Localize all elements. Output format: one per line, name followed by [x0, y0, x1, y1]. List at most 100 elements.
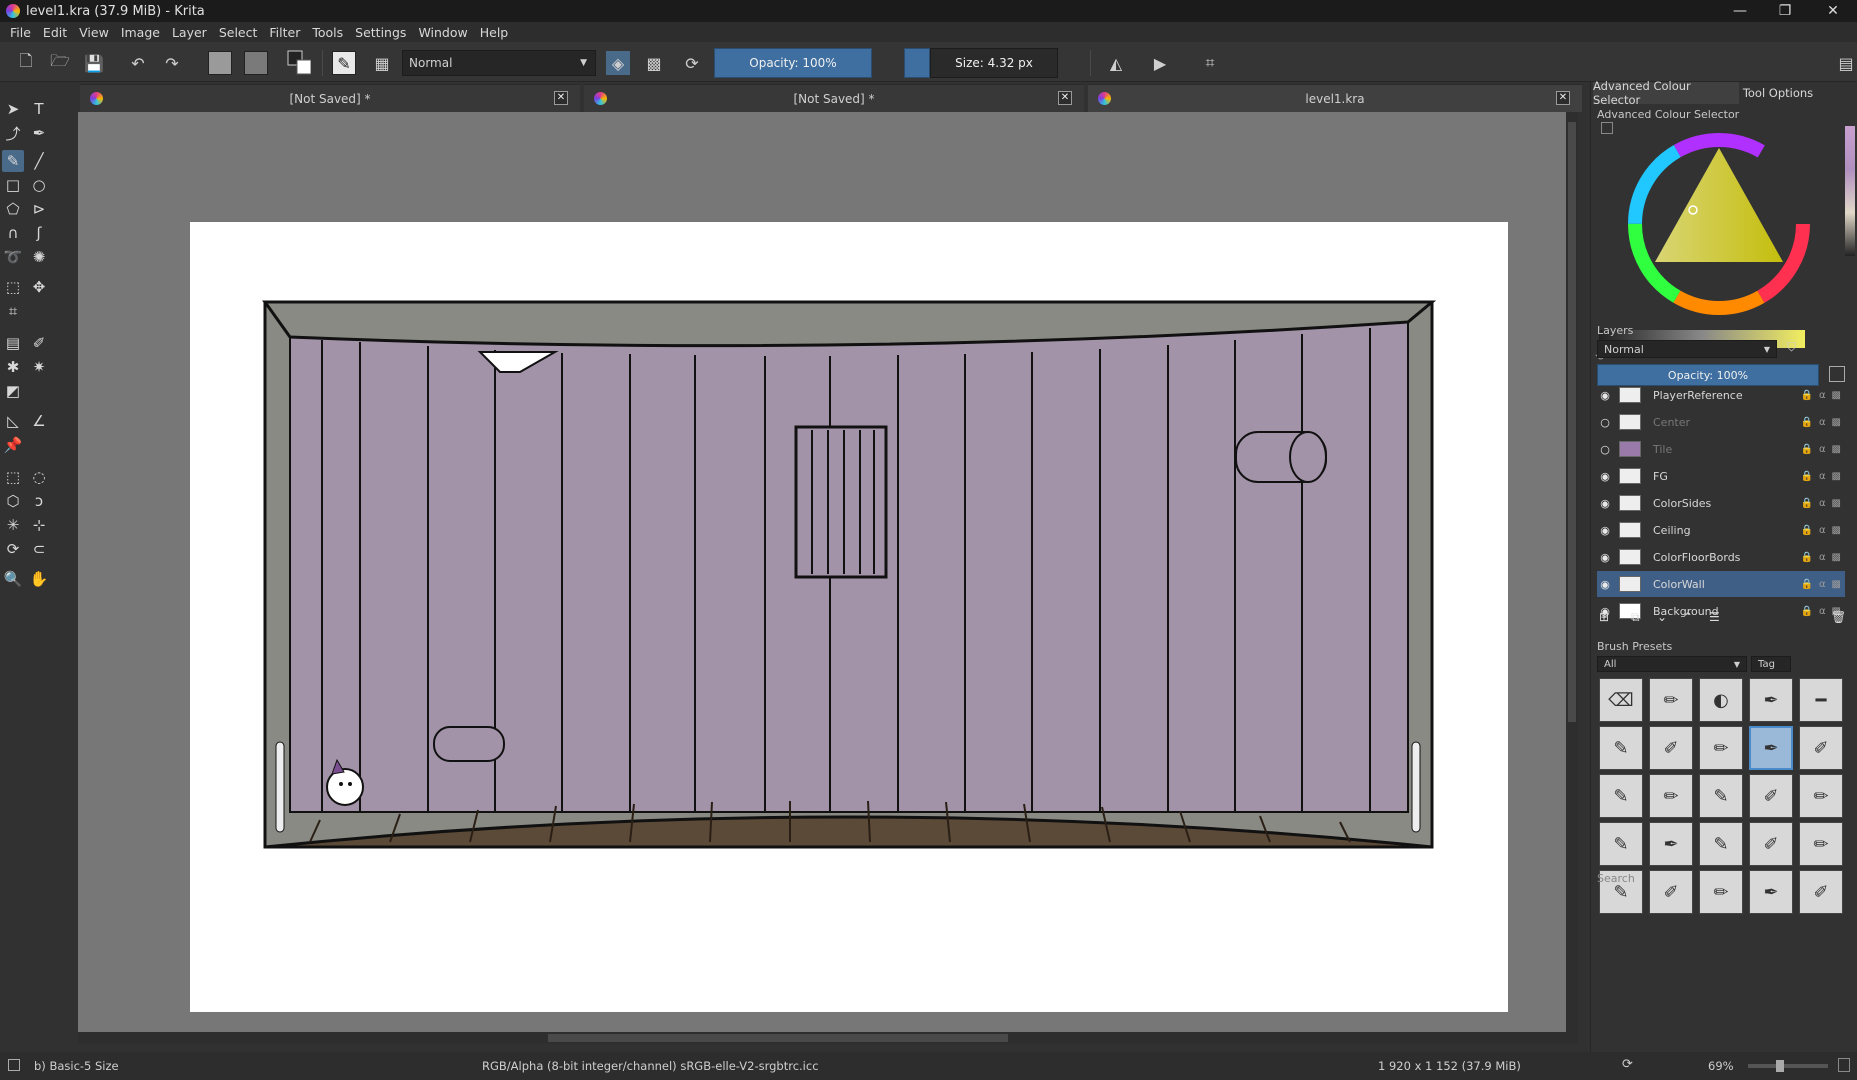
wrap-around-icon[interactable]: ⌗: [1198, 51, 1222, 75]
menu-filter[interactable]: Filter: [263, 25, 306, 40]
brush-preset-thumbnail[interactable]: ✎: [1599, 774, 1643, 818]
brush-preset-thumbnail[interactable]: ✏: [1699, 870, 1743, 914]
menu-view[interactable]: View: [73, 25, 115, 40]
brush-preset-thumbnail[interactable]: ✎: [1699, 774, 1743, 818]
brush-preset-thumbnail[interactable]: ━: [1799, 678, 1843, 722]
close-tab-icon[interactable]: ✕: [1058, 91, 1072, 105]
menu-settings[interactable]: Settings: [349, 25, 412, 40]
close-button[interactable]: ✕: [1810, 0, 1856, 22]
menu-edit[interactable]: Edit: [37, 25, 73, 40]
brush-preset-thumbnail[interactable]: ✏: [1649, 678, 1693, 722]
bezier-tool-icon[interactable]: ∩: [2, 222, 24, 244]
dock-menu-icon[interactable]: ▤: [1834, 51, 1857, 75]
bezier-select-icon[interactable]: ⟳: [2, 538, 24, 560]
inherit-alpha-icon[interactable]: ▩: [1832, 471, 1841, 482]
move-tool-icon[interactable]: ✥: [28, 276, 50, 298]
move-layer-up-icon[interactable]: ⌃: [1683, 610, 1697, 624]
eye-icon[interactable]: ◉: [1597, 389, 1613, 402]
menu-window[interactable]: Window: [412, 25, 473, 40]
brush-preset-thumbnail[interactable]: ✐: [1649, 726, 1693, 770]
tab-tool-options[interactable]: Tool Options: [1741, 82, 1815, 104]
tab-advanced-colour-selector[interactable]: Advanced Colour Selector: [1593, 79, 1739, 107]
freehand-path-icon[interactable]: ʃ: [28, 222, 50, 244]
magnetic-select-icon[interactable]: ⊂: [28, 538, 50, 560]
alpha-lock-icon[interactable]: α: [1819, 390, 1826, 401]
measure-tool-icon[interactable]: ∠: [28, 410, 50, 432]
zoom-tool-icon[interactable]: 🔍: [2, 568, 24, 590]
assistant-tool-icon[interactable]: ◺: [2, 410, 24, 432]
duplicate-layer-icon[interactable]: ⧉: [1631, 610, 1645, 624]
layer-row[interactable]: ○ Center 🔒 α ▩: [1597, 409, 1845, 435]
eye-hidden-icon[interactable]: ○: [1597, 416, 1613, 429]
menu-image[interactable]: Image: [115, 25, 166, 40]
color-picker-icon[interactable]: ✐: [28, 332, 50, 354]
brush-preset-thumbnail[interactable]: ⌫: [1599, 678, 1643, 722]
rect-select-icon[interactable]: ⬚: [2, 466, 24, 488]
inherit-alpha-icon[interactable]: ▩: [1832, 525, 1841, 536]
brush-preset-thumbnail[interactable]: ✐: [1749, 822, 1793, 866]
layer-row[interactable]: ◉ ColorWall 🔒 α ▩: [1597, 571, 1845, 597]
eye-icon[interactable]: ◉: [1597, 578, 1613, 591]
zoom-slider[interactable]: [1748, 1060, 1828, 1072]
polygon-tool-icon[interactable]: ⬠: [2, 198, 24, 220]
move-layer-down-icon[interactable]: ⌄: [1657, 610, 1671, 624]
vertical-scrollbar[interactable]: [1566, 112, 1578, 1032]
menu-layer[interactable]: Layer: [166, 25, 213, 40]
layer-properties-icon[interactable]: [1829, 366, 1845, 382]
save-document-icon[interactable]: 💾: [82, 51, 106, 75]
size-slider[interactable]: Size: 4.32 px: [930, 48, 1058, 78]
brush-preset-thumbnail[interactable]: ✒: [1749, 678, 1793, 722]
polyline-tool-icon[interactable]: ⊳: [28, 198, 50, 220]
foreground-background-color-icon[interactable]: [287, 50, 311, 75]
preserve-alpha-icon[interactable]: ▩: [642, 51, 666, 75]
layer-row[interactable]: ◉ ColorSides 🔒 α ▩: [1597, 490, 1845, 516]
inherit-alpha-icon[interactable]: ▩: [1832, 552, 1841, 563]
eye-icon[interactable]: ◉: [1597, 551, 1613, 564]
brush-preset-thumbnail[interactable]: ✒: [1749, 726, 1793, 770]
inherit-alpha-icon[interactable]: ▩: [1832, 579, 1841, 590]
tab-document-1[interactable]: [Not Saved] * ✕: [80, 84, 580, 112]
lock-icon[interactable]: 🔒: [1801, 525, 1813, 536]
close-tab-icon[interactable]: ✕: [1556, 91, 1570, 105]
multibrush-icon[interactable]: ✺: [28, 246, 50, 268]
inherit-alpha-icon[interactable]: ▩: [1832, 444, 1841, 455]
workspace-grid-icon[interactable]: ▦: [370, 51, 394, 75]
transform-tool-icon[interactable]: ⬚: [2, 276, 24, 298]
freehand-select-icon[interactable]: ↄ: [28, 490, 50, 512]
menu-help[interactable]: Help: [474, 25, 515, 40]
maximize-button[interactable]: ❐: [1762, 0, 1808, 22]
layer-row[interactable]: ◉ Ceiling 🔒 α ▩: [1597, 517, 1845, 543]
alpha-lock-icon[interactable]: α: [1819, 606, 1826, 617]
brush-preset-thumbnail[interactable]: ✐: [1649, 870, 1693, 914]
brush-preset-thumbnail[interactable]: ✏: [1799, 822, 1843, 866]
tab-document-2[interactable]: [Not Saved] * ✕: [584, 84, 1084, 112]
brush-preset-thumbnail[interactable]: ✏: [1649, 774, 1693, 818]
brush-preset-thumbnail[interactable]: ✏: [1799, 774, 1843, 818]
mirror-horizontal-icon[interactable]: ◭: [1104, 51, 1128, 75]
brush-preset-thumbnail[interactable]: ✎: [1699, 822, 1743, 866]
lock-icon[interactable]: 🔒: [1801, 498, 1813, 509]
smart-patch-icon[interactable]: ✱: [2, 356, 24, 378]
brush-preset-icon[interactable]: ✎: [332, 51, 356, 75]
alpha-lock-icon[interactable]: α: [1819, 525, 1826, 536]
eraser-mode-icon[interactable]: ◈: [606, 51, 630, 75]
fill-gradient-icon[interactable]: [208, 51, 232, 75]
crop-tool-icon[interactable]: ⌗: [2, 300, 24, 322]
colorize-mask-icon[interactable]: ✷: [28, 356, 50, 378]
menu-tools[interactable]: Tools: [306, 25, 349, 40]
undo-icon[interactable]: ↶: [126, 51, 150, 75]
menu-select[interactable]: Select: [213, 25, 264, 40]
close-tab-icon[interactable]: ✕: [554, 91, 568, 105]
reload-preset-icon[interactable]: ⟳: [680, 51, 704, 75]
status-zoom[interactable]: 69%: [1708, 1059, 1734, 1073]
brush-preset-thumbnail[interactable]: ✒: [1649, 822, 1693, 866]
layer-row[interactable]: ◉ PlayerReference 🔒 α ▩: [1597, 382, 1845, 408]
contiguous-select-icon[interactable]: ✳: [2, 514, 24, 536]
eye-icon[interactable]: ◉: [1597, 497, 1613, 510]
lock-icon[interactable]: 🔒: [1801, 390, 1813, 401]
polygon-select-icon[interactable]: ⬡: [2, 490, 24, 512]
tab-document-3[interactable]: level1.kra ✕: [1088, 84, 1582, 112]
gradient-tool-icon[interactable]: ▤: [2, 332, 24, 354]
lock-icon[interactable]: 🔒: [1801, 444, 1813, 455]
layer-row[interactable]: ◉ FG 🔒 α ▩: [1597, 463, 1845, 489]
